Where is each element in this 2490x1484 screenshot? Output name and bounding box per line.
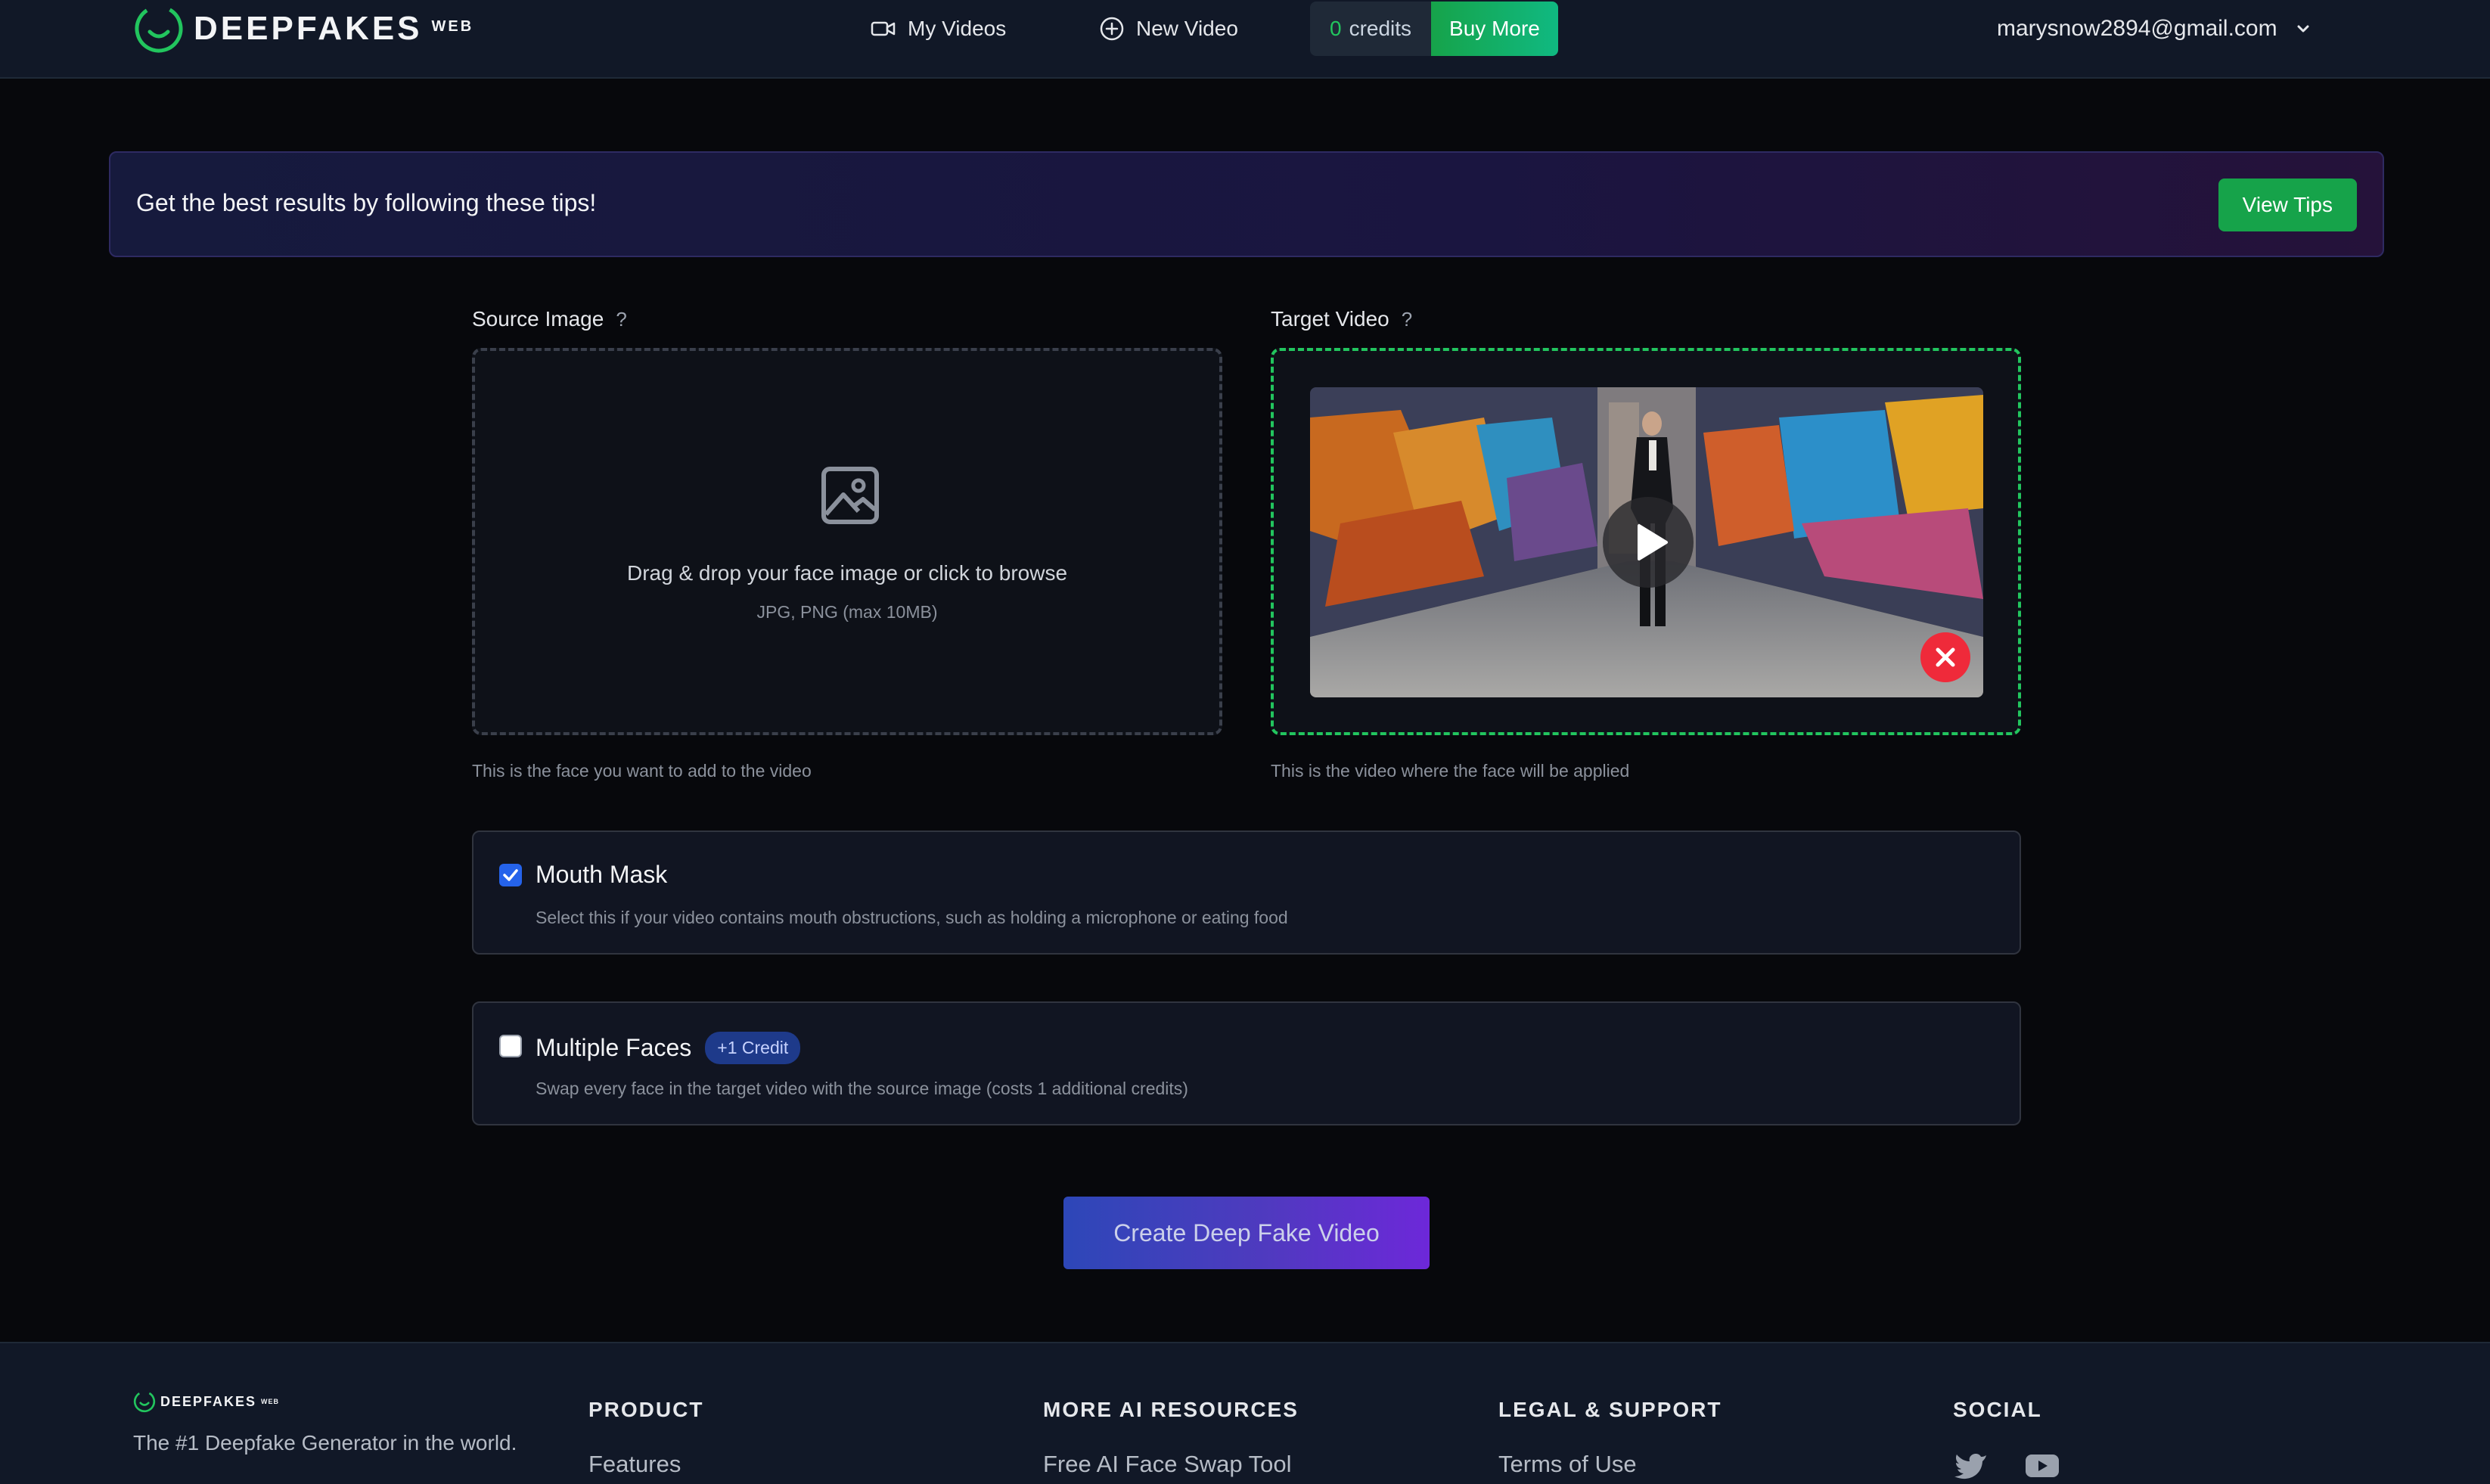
remove-video-button[interactable] bbox=[1920, 632, 1970, 682]
footer-link-features[interactable]: Features bbox=[588, 1451, 681, 1478]
nav-my-videos[interactable]: My Videos bbox=[870, 9, 1006, 48]
check-icon bbox=[503, 869, 518, 881]
twitter-icon[interactable] bbox=[1953, 1451, 1989, 1481]
footer-link-terms[interactable]: Terms of Use bbox=[1498, 1451, 1637, 1478]
youtube-icon[interactable] bbox=[2024, 1451, 2060, 1481]
video-preview[interactable] bbox=[1310, 387, 1983, 697]
user-email: marysnow2894@gmail.com bbox=[1997, 16, 2277, 41]
close-icon bbox=[1936, 647, 1955, 667]
multiple-faces-description: Swap every face in the target video with… bbox=[536, 1079, 1188, 1098]
source-image-title: Source Image bbox=[472, 307, 604, 331]
footer-heading-social: SOCIAL bbox=[1953, 1398, 2042, 1421]
logo-smile-icon bbox=[133, 1390, 156, 1413]
tips-text: Get the best results by following these … bbox=[136, 189, 597, 216]
credits-label: credits bbox=[1349, 17, 1412, 40]
target-help-icon[interactable]: ? bbox=[1402, 308, 1412, 331]
footer-logo-sub: WEB bbox=[261, 1398, 280, 1405]
tips-banner: Get the best results by following these … bbox=[109, 151, 2384, 257]
footer-heading-ai-resources: MORE AI RESOURCES bbox=[1043, 1398, 1299, 1421]
buy-more-button[interactable]: Buy More bbox=[1431, 2, 1558, 56]
user-menu[interactable]: marysnow2894@gmail.com bbox=[1997, 9, 2312, 48]
dropzone-formats: JPG, PNG (max 10MB) bbox=[756, 602, 938, 622]
create-deepfake-button[interactable]: Create Deep Fake Video bbox=[1063, 1197, 1430, 1269]
view-tips-button[interactable]: View Tips bbox=[2218, 179, 2357, 231]
credits-count: 0 bbox=[1330, 17, 1342, 40]
multiple-faces-label: Multiple Faces bbox=[536, 1034, 692, 1061]
credits-display: 0 credits bbox=[1310, 2, 1432, 56]
source-help-icon[interactable]: ? bbox=[616, 308, 626, 331]
source-help-text: This is the face you want to add to the … bbox=[472, 761, 812, 781]
logo[interactable]: DEEPFAKES WEB bbox=[133, 3, 473, 54]
target-video-label: Target Video ? bbox=[1271, 307, 1412, 331]
image-placeholder-icon bbox=[821, 467, 879, 524]
play-icon bbox=[1638, 524, 1668, 560]
multiple-faces-checkbox[interactable] bbox=[499, 1035, 522, 1057]
top-navbar: DEEPFAKES WEB My Videos New Video 0 cred… bbox=[0, 0, 2490, 79]
nav-my-videos-label: My Videos bbox=[908, 17, 1007, 40]
target-video-dropzone[interactable] bbox=[1271, 348, 2021, 735]
footer: DEEPFAKES WEB The #1 Deepfake Generator … bbox=[0, 1342, 2490, 1484]
nav-new-video-label: New Video bbox=[1136, 17, 1238, 40]
dropzone-instructions: Drag & drop your face image or click to … bbox=[626, 561, 1068, 585]
multiple-faces-option[interactable]: Multiple Faces +1 Credit Swap every face… bbox=[472, 1001, 2021, 1125]
target-video-title: Target Video bbox=[1271, 307, 1389, 331]
chevron-down-icon bbox=[2297, 25, 2309, 33]
footer-heading-product: PRODUCT bbox=[588, 1398, 704, 1421]
footer-logo-text: DEEPFAKES bbox=[160, 1393, 257, 1409]
footer-heading-legal: LEGAL & SUPPORT bbox=[1498, 1398, 1722, 1421]
plus-circle-icon bbox=[1100, 17, 1124, 41]
video-camera-icon bbox=[871, 21, 896, 36]
mouth-mask-description: Select this if your video contains mouth… bbox=[536, 908, 1288, 927]
logo-sub: WEB bbox=[431, 17, 474, 35]
credits-group: 0 credits Buy More bbox=[1310, 2, 1558, 56]
mouth-mask-title: Mouth Mask bbox=[536, 861, 667, 889]
nav-new-video[interactable]: New Video bbox=[1098, 9, 1238, 48]
logo-text: DEEPFAKES bbox=[194, 10, 423, 47]
mouth-mask-checkbox[interactable] bbox=[499, 864, 522, 886]
source-image-label: Source Image ? bbox=[472, 307, 627, 331]
footer-tagline: The #1 Deepfake Generator in the world. bbox=[133, 1431, 517, 1455]
target-help-text: This is the video where the face will be… bbox=[1271, 761, 1630, 781]
multiple-faces-title: Multiple Faces +1 Credit bbox=[536, 1032, 801, 1064]
credit-badge: +1 Credit bbox=[705, 1032, 801, 1064]
source-image-dropzone[interactable]: Drag & drop your face image or click to … bbox=[472, 348, 1222, 735]
mouth-mask-label: Mouth Mask bbox=[536, 861, 668, 888]
mouth-mask-option[interactable]: Mouth Mask Select this if your video con… bbox=[472, 830, 2021, 955]
logo-smile-icon bbox=[135, 5, 183, 53]
play-button[interactable] bbox=[1603, 497, 1694, 588]
footer-link-face-swap[interactable]: Free AI Face Swap Tool bbox=[1043, 1451, 1292, 1478]
footer-logo[interactable]: DEEPFAKES WEB bbox=[133, 1390, 279, 1413]
